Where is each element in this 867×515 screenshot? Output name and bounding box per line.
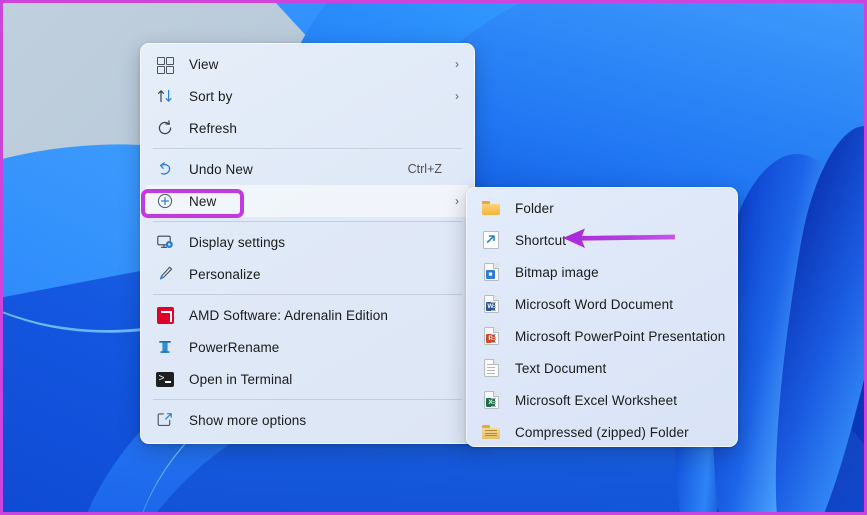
new-submenu: Folder Shortcut ■ Bitmap image W Microso… [466,187,738,447]
context-menu-item-label: PowerRename [189,339,280,355]
context-menu-item-new[interactable]: New › [145,185,470,217]
amd-logo-icon [155,305,175,325]
context-menu-item-undo-new[interactable]: Undo New Ctrl+Z [145,153,470,185]
menu-separator [153,399,462,400]
compressed-folder-icon [481,422,501,442]
chevron-right-icon: › [455,89,459,103]
powerrename-icon [155,337,175,357]
submenu-item-label: Microsoft PowerPoint Presentation [515,328,726,344]
context-menu-item-personalize[interactable]: Personalize [145,258,470,290]
submenu-item-label: Bitmap image [515,264,599,280]
context-menu-item-label: Show more options [189,412,307,428]
submenu-item-folder[interactable]: Folder [471,192,733,224]
terminal-icon [155,369,175,389]
context-menu-item-view[interactable]: View › [145,48,470,80]
menu-separator [153,294,462,295]
desktop-context-menu: View › Sort by › Refresh Undo New Ctrl+Z… [140,43,475,444]
submenu-item-label: Microsoft Excel Worksheet [515,392,678,408]
chevron-right-icon: › [455,57,459,71]
context-menu-item-label: New [189,193,217,209]
submenu-item-excel-worksheet[interactable]: X Microsoft Excel Worksheet [471,384,733,416]
context-menu-item-show-more-options[interactable]: Show more options [145,404,470,436]
grid-view-icon [155,54,175,74]
undo-icon [155,159,175,179]
text-document-icon [481,358,501,378]
context-menu-item-label: Personalize [189,266,261,282]
bitmap-image-icon: ■ [481,262,501,282]
submenu-item-text-document[interactable]: Text Document [471,352,733,384]
folder-icon [481,198,501,218]
context-menu-item-display-settings[interactable]: Display settings [145,226,470,258]
context-menu-item-label: Open in Terminal [189,371,293,387]
desktop-screenshot: View › Sort by › Refresh Undo New Ctrl+Z… [0,0,867,515]
submenu-item-label: Folder [515,200,554,216]
display-settings-icon [155,232,175,252]
context-menu-item-sort-by[interactable]: Sort by › [145,80,470,112]
context-menu-item-open-in-terminal[interactable]: Open in Terminal [145,363,470,395]
context-menu-item-label: View [189,56,219,72]
submenu-item-powerpoint-presentation[interactable]: P Microsoft PowerPoint Presentation [471,320,733,352]
submenu-item-shortcut[interactable]: Shortcut [471,224,733,256]
context-menu-item-label: Sort by [189,88,233,104]
word-document-icon: W [481,294,501,314]
context-menu-item-powerrename[interactable]: PowerRename [145,331,470,363]
context-menu-item-label: Refresh [189,120,237,136]
context-menu-item-label: AMD Software: Adrenalin Edition [189,307,388,323]
powerpoint-presentation-icon: P [481,326,501,346]
context-menu-item-refresh[interactable]: Refresh [145,112,470,144]
paintbrush-icon [155,264,175,284]
excel-worksheet-icon: X [481,390,501,410]
refresh-icon [155,118,175,138]
sort-icon [155,86,175,106]
chevron-right-icon: › [455,194,459,208]
submenu-item-bitmap-image[interactable]: ■ Bitmap image [471,256,733,288]
submenu-item-label: Text Document [515,360,607,376]
submenu-item-word-document[interactable]: W Microsoft Word Document [471,288,733,320]
plus-circle-icon [155,191,175,211]
submenu-item-label: Compressed (zipped) Folder [515,424,689,440]
wallpaper-strand-2 [746,118,864,512]
menu-separator [153,221,462,222]
context-menu-item-amd-software[interactable]: AMD Software: Adrenalin Edition [145,299,470,331]
shortcut-icon [481,230,501,250]
context-menu-item-label: Undo New [189,161,253,177]
submenu-item-label: Shortcut [515,232,567,248]
context-menu-item-accelerator: Ctrl+Z [407,162,442,176]
menu-separator [153,148,462,149]
submenu-item-compressed-folder[interactable]: Compressed (zipped) Folder [471,416,733,446]
show-more-options-icon [155,410,175,430]
submenu-item-label: Microsoft Word Document [515,296,674,312]
context-menu-item-label: Display settings [189,234,286,250]
